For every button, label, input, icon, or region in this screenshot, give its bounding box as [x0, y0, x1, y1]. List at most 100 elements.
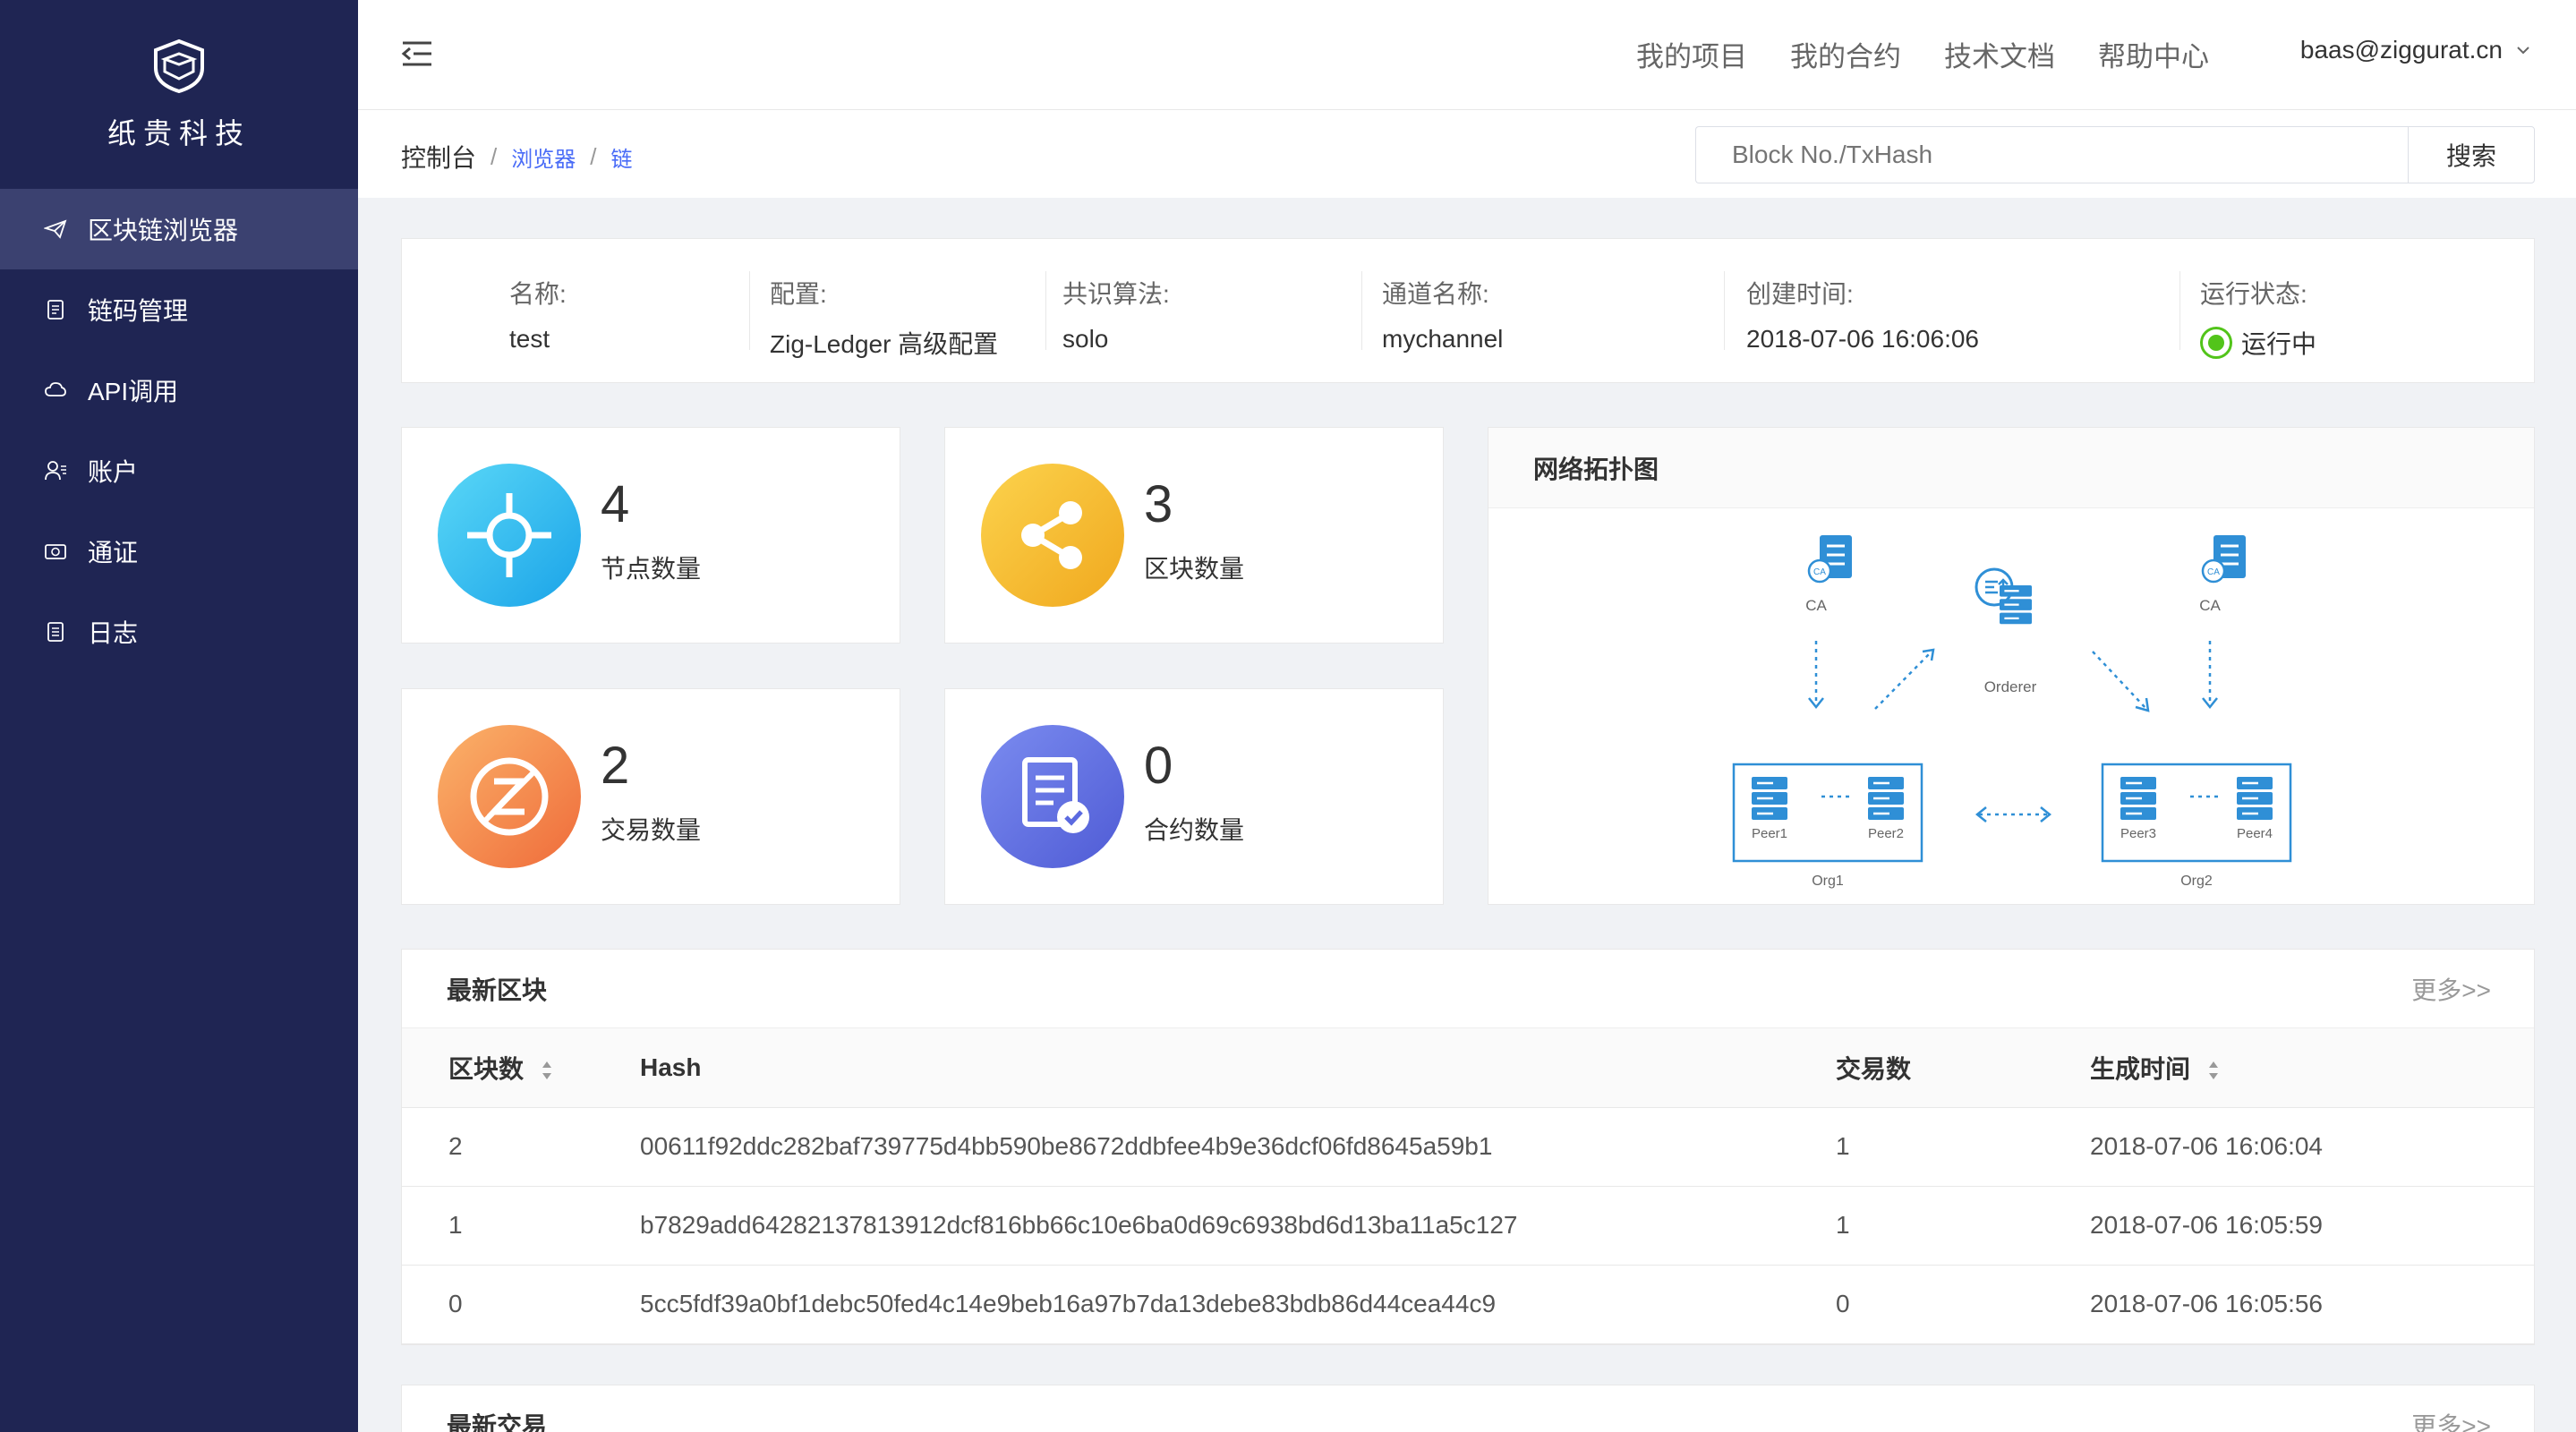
nav-link-projects[interactable]: 我的项目 [1636, 34, 1747, 74]
org2-label: Org2 [2180, 874, 2213, 889]
chevron-down-icon [2517, 47, 2529, 55]
info-value: test [509, 325, 550, 353]
block-time: 2018-07-06 16:06:04 [2090, 1107, 2534, 1187]
block-time: 2018-07-06 16:05:59 [2090, 1186, 2534, 1266]
user-menu[interactable]: baas@ziggurat.cn [2300, 36, 2531, 64]
sidebar-item-label: API调用 [88, 378, 179, 405]
info-value: mychannel [1382, 325, 1504, 353]
col-hash: Hash [640, 1028, 1836, 1108]
chain-info: 名称: test 配置: Zig-Ledger 高级配置 共识算法: solo … [401, 238, 2535, 383]
stat-card-transactions[interactable]: 2 交易数量 [401, 688, 900, 905]
breadcrumb-browser[interactable]: 浏览器 [511, 141, 576, 173]
sidebar-item-label: 链码管理 [88, 297, 189, 325]
divider [1724, 271, 1725, 350]
peer2-label: Peer2 [1868, 826, 1904, 841]
stat-label: 交易数量 [601, 816, 702, 844]
block-tx-count: 0 [1836, 1265, 2090, 1344]
block-time: 2018-07-06 16:05:56 [2090, 1265, 2534, 1344]
nodes-icon [438, 464, 581, 607]
block-hash[interactable]: b7829add64282137813912dcf816bb66c10e6ba0… [640, 1186, 1836, 1266]
more-transactions-link[interactable]: 更多>> [2411, 1407, 2491, 1432]
ca-right-icon [2201, 533, 2248, 584]
search-input[interactable] [1695, 126, 2408, 183]
token-icon [43, 539, 68, 564]
send-icon [43, 217, 68, 242]
sidebar-item-log[interactable]: 日志 [0, 592, 358, 672]
peer3-server-icon [2119, 775, 2158, 822]
sidebar-item-label: 日志 [88, 619, 139, 647]
sidebar-item-account[interactable]: 账户 [0, 430, 358, 511]
document-icon [43, 297, 68, 322]
peer4-label: Peer4 [2237, 826, 2273, 841]
cloud-api-icon [43, 378, 68, 403]
stat-value: 4 [601, 475, 630, 533]
block-hash[interactable]: 5cc5fdf39a0bf1debc50fed4c14e9beb16a97b7d… [640, 1265, 1836, 1344]
table-row[interactable]: 0 5cc5fdf39a0bf1debc50fed4c14e9beb16a97b… [402, 1265, 2534, 1344]
stat-label: 节点数量 [601, 555, 702, 583]
table-row[interactable]: 2 00611f92ddc282baf739775d4bb590be8672dd… [402, 1107, 2534, 1187]
divider [1045, 271, 1046, 350]
menu-fold-icon[interactable] [401, 39, 433, 68]
share-icon [981, 464, 1124, 607]
panel-title: 最新区块 [447, 976, 548, 1004]
peer4-server-icon [2235, 775, 2274, 822]
network-topology: 网络拓扑图 CA CA CA Orderer Peer1 Peer2 Org1 … [1488, 427, 2535, 905]
info-label: 运行状态: [2200, 280, 2307, 308]
col-block-number[interactable]: 区块数 [402, 1028, 640, 1108]
info-created: 创建时间: 2018-07-06 16:06:06 [1746, 239, 2179, 382]
logo[interactable]: 纸贵科技 [0, 0, 358, 189]
stat-card-nodes[interactable]: 4 节点数量 [401, 427, 900, 644]
transaction-icon [438, 725, 581, 868]
sidebar-item-chaincode[interactable]: 链码管理 [0, 269, 358, 350]
nav-link-contracts[interactable]: 我的合约 [1790, 34, 1901, 74]
col-tx-count: 交易数 [1836, 1028, 2090, 1108]
blocks-table: 区块数 Hash 交易数 生成时间 2 00611f92ddc282baf739… [402, 1028, 2534, 1344]
orderer-label: Orderer [1984, 678, 2037, 695]
breadcrumb-chain[interactable]: 链 [610, 141, 632, 173]
sort-icon[interactable] [2206, 1057, 2221, 1084]
column-label: 生成时间 [2090, 1054, 2191, 1083]
col-created-time[interactable]: 生成时间 [2090, 1028, 2534, 1108]
info-value: Zig-Ledger 高级配置 [770, 330, 999, 358]
top-nav: 我的项目 我的合约 技术文档 帮助中心 [1593, 0, 2209, 107]
sidebar-item-token[interactable]: 通证 [0, 511, 358, 592]
info-label: 名称: [509, 280, 567, 308]
info-label: 通道名称: [1382, 280, 1489, 308]
table-header-row: 区块数 Hash 交易数 生成时间 [402, 1028, 2534, 1108]
panel-header: 最新区块 更多>> [402, 950, 2534, 1028]
block-tx-count: 1 [1836, 1186, 2090, 1266]
sidebar-item-browser[interactable]: 区块链浏览器 [0, 189, 358, 269]
nav-link-docs[interactable]: 技术文档 [1944, 34, 2055, 74]
topology-diagram: CA CA CA Orderer Peer1 Peer2 Org1 Peer3 … [1732, 533, 2292, 889]
info-name: 名称: test [509, 239, 749, 382]
status-text: 运行中 [2241, 330, 2317, 358]
column-label: Hash [640, 1053, 702, 1081]
more-blocks-link[interactable]: 更多>> [2411, 971, 2491, 1007]
column-label: 交易数 [1836, 1054, 1912, 1083]
breadcrumb-root[interactable]: 控制台 [401, 139, 476, 175]
stat-card-blocks[interactable]: 3 区块数量 [944, 427, 1444, 644]
ca-left-icon [1807, 533, 1854, 584]
stat-value: 0 [1144, 737, 1173, 795]
ca-left-label: CA [1805, 597, 1827, 614]
peer2-server-icon [1866, 775, 1906, 822]
breadcrumb-separator: / [490, 142, 498, 170]
search-box: 搜索 [1695, 126, 2535, 183]
brand-name: 纸贵科技 [107, 116, 251, 149]
sidebar-item-label: 区块链浏览器 [88, 217, 239, 244]
stat-card-contracts[interactable]: 0 合约数量 [944, 688, 1444, 905]
sort-icon[interactable] [540, 1057, 554, 1084]
block-hash[interactable]: 00611f92ddc282baf739775d4bb590be8672ddbf… [640, 1107, 1836, 1187]
search-button[interactable]: 搜索 [2408, 126, 2535, 183]
sub-bar: 控制台 / 浏览器 / 链 搜索 [358, 110, 2576, 198]
block-number: 0 [402, 1265, 640, 1344]
panel-header: 最新交易 更多>> [402, 1385, 2534, 1432]
table-row[interactable]: 1 b7829add64282137813912dcf816bb66c10e6b… [402, 1186, 2534, 1266]
peer1-label: Peer1 [1752, 826, 1787, 841]
stat-value: 2 [601, 737, 630, 795]
nav-link-help[interactable]: 帮助中心 [2098, 34, 2209, 74]
peer1-server-icon [1750, 775, 1789, 822]
panel-title: 最新交易 [447, 1412, 548, 1432]
info-value: solo [1062, 325, 1109, 353]
sidebar-item-api[interactable]: API调用 [0, 350, 358, 430]
